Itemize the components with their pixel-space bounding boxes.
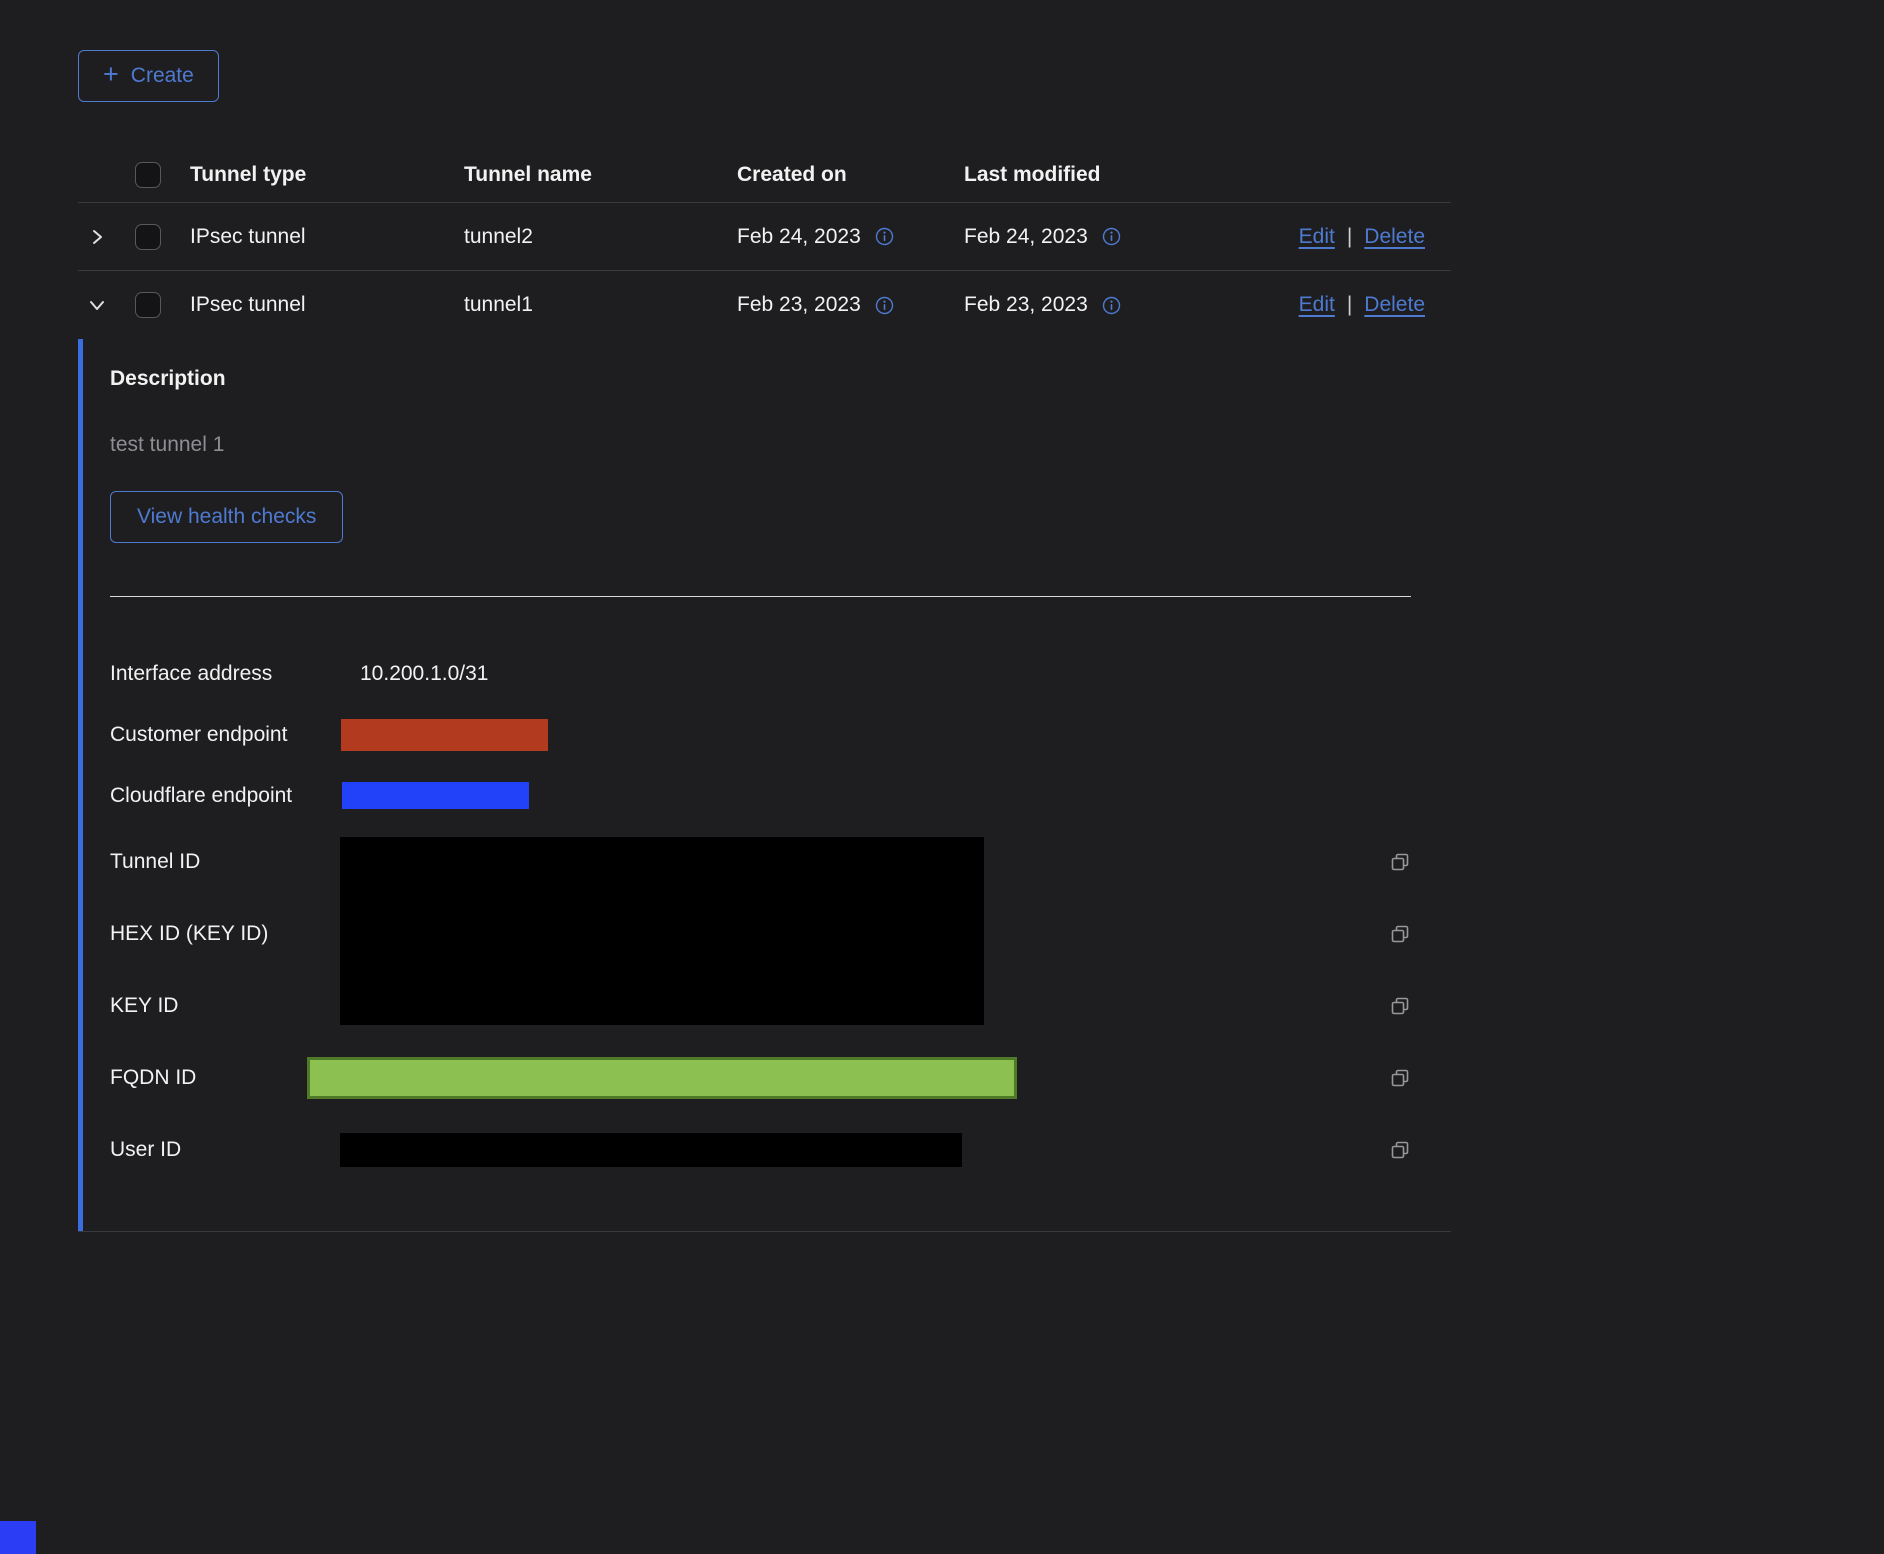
field-label: KEY ID — [110, 994, 340, 1018]
copy-icon — [1390, 852, 1410, 872]
description-heading: Description — [110, 367, 1411, 391]
id-fields-group: Tunnel ID HEX ID (KEY ID) KEY ID — [110, 826, 1411, 1042]
plus-icon: + — [103, 61, 119, 88]
tunnel-details-panel: Description test tunnel 1 View health ch… — [78, 339, 1451, 1231]
created-on-value: Feb 23, 2023 — [737, 293, 861, 317]
ipsec-tunnels-page: + Create Tunnel type Tunnel name Created… — [0, 0, 1884, 1232]
created-on-cell: Feb 24, 2023 — [737, 225, 964, 249]
bottom-left-blue-strip — [0, 1521, 36, 1554]
row-actions: Edit | Delete — [1251, 293, 1451, 317]
copy-icon — [1390, 1140, 1410, 1160]
column-header-last-modified: Last modified — [964, 163, 1251, 187]
action-separator: | — [1347, 293, 1352, 317]
copy-button[interactable] — [1389, 851, 1411, 873]
select-row-checkbox[interactable] — [135, 292, 161, 318]
info-icon[interactable] — [1102, 227, 1121, 246]
created-on-value: Feb 24, 2023 — [737, 225, 861, 249]
chevron-right-icon — [88, 228, 106, 246]
create-button-label: Create — [131, 64, 194, 88]
info-icon[interactable] — [1102, 296, 1121, 315]
field-cloudflare-endpoint: Cloudflare endpoint — [110, 765, 1411, 826]
tunnel-type-cell: IPsec tunnel — [190, 293, 464, 317]
copy-icon — [1390, 924, 1410, 944]
tunnel-name-cell: tunnel2 — [464, 225, 737, 249]
tunnel-type-cell: IPsec tunnel — [190, 225, 464, 249]
action-separator: | — [1347, 225, 1352, 249]
table-row-tunnel2: IPsec tunnel tunnel2 Feb 24, 2023 Feb 24… — [78, 203, 1451, 271]
ids-redacted-value — [340, 837, 984, 1025]
field-label: Customer endpoint — [110, 723, 340, 747]
field-label: Interface address — [110, 662, 340, 686]
field-user-id: User ID — [110, 1114, 1411, 1186]
field-label: FQDN ID — [110, 1066, 340, 1090]
collapse-row-button[interactable] — [88, 296, 106, 314]
field-label: HEX ID (KEY ID) — [110, 922, 340, 946]
customer-endpoint-redacted-value — [341, 719, 548, 751]
delete-link[interactable]: Delete — [1364, 225, 1425, 249]
field-label: Cloudflare endpoint — [110, 784, 340, 808]
copy-button[interactable] — [1389, 1067, 1411, 1089]
table-header-row: Tunnel type Tunnel name Created on Last … — [78, 148, 1451, 203]
field-fqdn-id: FQDN ID — [110, 1042, 1411, 1114]
copy-button[interactable] — [1389, 1139, 1411, 1161]
cloudflare-endpoint-redacted-value — [342, 782, 529, 809]
column-header-tunnel-name: Tunnel name — [464, 163, 737, 187]
created-on-cell: Feb 23, 2023 — [737, 293, 964, 317]
info-icon[interactable] — [875, 296, 894, 315]
copy-button[interactable] — [1389, 995, 1411, 1017]
info-icon[interactable] — [875, 227, 894, 246]
row-actions: Edit | Delete — [1251, 225, 1451, 249]
interface-address-value: 10.200.1.0/31 — [340, 662, 488, 686]
chevron-down-icon — [88, 296, 106, 314]
last-modified-value: Feb 23, 2023 — [964, 293, 1088, 317]
copy-button[interactable] — [1389, 923, 1411, 945]
edit-link[interactable]: Edit — [1299, 225, 1335, 249]
copy-icon — [1390, 1068, 1410, 1088]
fqdn-id-redacted-value — [307, 1057, 1017, 1099]
column-header-created-on: Created on — [737, 163, 964, 187]
description-text: test tunnel 1 — [110, 433, 1411, 457]
last-modified-cell: Feb 24, 2023 — [964, 225, 1251, 249]
field-customer-endpoint: Customer endpoint — [110, 704, 1411, 765]
tunnel-name-cell: tunnel1 — [464, 293, 737, 317]
column-header-tunnel-type: Tunnel type — [190, 163, 464, 187]
edit-link[interactable]: Edit — [1299, 293, 1335, 317]
table-row-tunnel1: IPsec tunnel tunnel1 Feb 23, 2023 Feb 23… — [78, 271, 1451, 339]
tunnel-fields: Interface address 10.200.1.0/31 Customer… — [110, 643, 1411, 1186]
field-interface-address: Interface address 10.200.1.0/31 — [110, 643, 1411, 704]
tunnels-table: Tunnel type Tunnel name Created on Last … — [78, 148, 1451, 1232]
copy-icon — [1390, 996, 1410, 1016]
field-label: Tunnel ID — [110, 850, 340, 874]
last-modified-cell: Feb 23, 2023 — [964, 293, 1251, 317]
view-health-checks-button[interactable]: View health checks — [110, 491, 343, 543]
create-button[interactable]: + Create — [78, 50, 219, 102]
section-divider — [110, 596, 1411, 597]
delete-link[interactable]: Delete — [1364, 293, 1425, 317]
select-all-checkbox[interactable] — [135, 162, 161, 188]
last-modified-value: Feb 24, 2023 — [964, 225, 1088, 249]
expand-row-button[interactable] — [88, 228, 106, 246]
user-id-redacted-value — [340, 1133, 962, 1167]
select-row-checkbox[interactable] — [135, 224, 161, 250]
field-label: User ID — [110, 1138, 340, 1162]
